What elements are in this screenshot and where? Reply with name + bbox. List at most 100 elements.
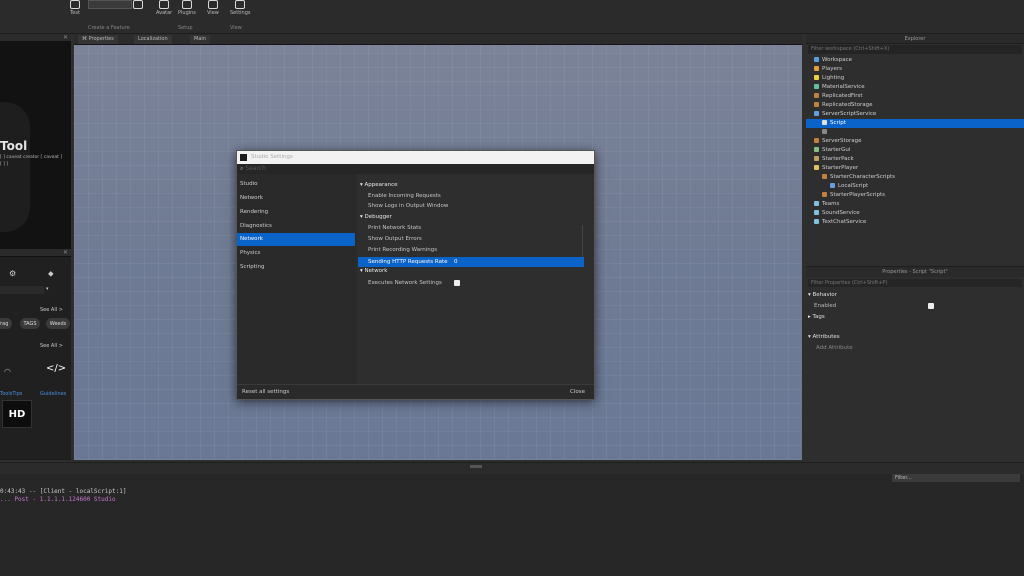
ribbon-button-test[interactable]: Test — [70, 0, 80, 16]
explorer-row[interactable]: StarterPlayer — [806, 164, 1024, 173]
dialog-titlebar: Studio Settings — [237, 151, 594, 164]
explorer-row[interactable]: MaterialService — [806, 83, 1024, 92]
explorer-row[interactable]: ReplicatedFirst — [806, 92, 1024, 101]
section-network[interactable]: ▾ Network — [360, 268, 387, 274]
ribbon-button-model[interactable] — [133, 0, 143, 10]
explorer-row-label: MaterialService — [822, 84, 865, 90]
instance-icon — [822, 129, 827, 134]
see-all-link[interactable]: See All > — [40, 307, 63, 313]
setting-row[interactable]: Show Output Errors — [368, 236, 594, 242]
setting-value[interactable]: 0 — [454, 257, 458, 267]
setting-row[interactable]: Executes Network Settings — [368, 280, 594, 286]
left-panel: ✕ Tool [ ] caveat creator [ caveat ] [ ]… — [0, 34, 71, 460]
explorer-row[interactable]: Workspace — [806, 56, 1024, 65]
explorer-row[interactable]: StarterCharacterScripts — [806, 173, 1024, 182]
explorer-row-label: SoundService — [822, 210, 860, 216]
nav-item-scripting[interactable]: Scripting — [237, 261, 355, 274]
ribbon-button-plugins[interactable]: Plugins — [178, 0, 196, 16]
explorer-row[interactable]: TextChatService — [806, 218, 1024, 227]
guidelines-link[interactable]: Guidelines — [40, 391, 66, 397]
tab-main[interactable]: Main — [190, 35, 210, 44]
nav-item-physics[interactable]: Physics — [237, 247, 355, 260]
output-filter-input[interactable]: Filter... — [892, 474, 1020, 482]
ribbon-group-label: Setup — [178, 25, 193, 31]
setting-row[interactable]: Show Logs in Output Window — [368, 203, 594, 209]
tab-properties[interactable]: ⌘ Properties — [78, 35, 118, 44]
gear-icon[interactable]: ⚙ — [9, 269, 16, 278]
nav-item-diagnostics[interactable]: Diagnostics — [237, 220, 355, 233]
category-pill[interactable]: Frag — [0, 318, 12, 329]
nav-item-selected[interactable]: Network — [237, 233, 355, 246]
setting-row[interactable]: Enable Incoming Requests — [368, 193, 594, 199]
person-silhouette — [0, 102, 30, 232]
gear-icon — [235, 0, 246, 9]
setting-row-selected[interactable]: Sending HTTP Requests Rate 0 — [358, 257, 584, 267]
reset-settings-button[interactable]: Reset all settings — [239, 388, 292, 396]
instance-icon — [814, 84, 819, 89]
explorer-row[interactable]: StarterGui — [806, 146, 1024, 155]
see-all-link[interactable]: See All > — [40, 343, 63, 349]
section-debugger[interactable]: ▾ Debugger — [360, 214, 392, 220]
output-line: 0:43:43 -- [Client - localScript:1] — [0, 488, 127, 495]
setting-row[interactable]: Print Network Stats — [368, 225, 594, 231]
nav-item-studio[interactable]: Studio — [237, 178, 355, 191]
dialog-footer: Reset all settings Close — [237, 384, 594, 399]
explorer-row[interactable]: ServerScriptService — [806, 110, 1024, 119]
explorer-row[interactable] — [806, 128, 1024, 137]
add-attribute-button[interactable]: Add Attribute — [816, 345, 853, 351]
pin-icon[interactable]: ⬥ — [48, 269, 54, 279]
section-attributes[interactable]: ▾ Attributes — [808, 334, 840, 340]
close-icon[interactable]: ✕ — [63, 34, 68, 41]
ribbon-button-settings[interactable]: Settings — [230, 0, 251, 16]
ribbon-button-view[interactable]: View — [207, 0, 219, 16]
nav-item-rendering[interactable]: Rendering — [237, 206, 355, 219]
section-appearance[interactable]: ▾ Appearance — [360, 182, 398, 188]
explorer-row[interactable]: SoundService — [806, 209, 1024, 218]
explorer-row[interactable]: Teams — [806, 200, 1024, 209]
explorer-row[interactable]: StarterPlayerScripts — [806, 191, 1024, 200]
nav-item-network[interactable]: Network — [237, 192, 355, 205]
section-tags[interactable]: ▸ Tags — [808, 314, 825, 320]
category-pill[interactable]: TAGS — [20, 318, 40, 329]
panel-header: ✕ — [0, 34, 71, 42]
close-icon[interactable]: ✕ — [63, 249, 68, 256]
explorer-row[interactable]: ReplicatedStorage — [806, 101, 1024, 110]
instance-icon — [830, 183, 835, 188]
column-divider — [582, 225, 583, 261]
explorer-title: Explorer — [806, 34, 1024, 44]
explorer-row-label: StarterCharacterScripts — [830, 174, 896, 180]
setting-checkbox[interactable] — [454, 280, 460, 286]
avatar-icon — [159, 0, 170, 9]
enabled-checkbox[interactable] — [928, 303, 934, 309]
explorer-filter-input[interactable]: Filter workspace (Ctrl+Shift+X) — [808, 45, 1022, 54]
explorer-row[interactable]: LocalScript — [806, 182, 1024, 191]
code-icon: </> — [46, 363, 67, 374]
ribbon-button-avatar[interactable]: Avatar — [156, 0, 172, 16]
tab-localization[interactable]: Localization — [134, 35, 172, 44]
settings-search-input[interactable]: ⌕ Search — [237, 164, 594, 174]
filter-icon[interactable]: ▾ — [46, 286, 49, 292]
close-button[interactable]: Close — [567, 388, 588, 396]
output-header — [0, 462, 1024, 474]
setting-row[interactable]: Print Recording Warnings — [368, 247, 594, 253]
section-behavior[interactable]: ▾ Behavior — [808, 292, 837, 298]
explorer-row[interactable]: ServerStorage — [806, 137, 1024, 146]
instance-icon — [814, 201, 819, 206]
ribbon-select[interactable] — [88, 0, 132, 9]
ribbon-dropdown[interactable] — [88, 0, 132, 9]
curve-icon: ◠ — [4, 367, 11, 376]
explorer-row-label: Players — [822, 66, 842, 72]
properties-filter-input[interactable]: Filter Properties (Ctrl+Shift+P) — [808, 279, 1022, 287]
output-panel: 0:43:43 -- [Client - localScript:1] ... … — [0, 474, 1024, 576]
explorer-row[interactable]: Lighting — [806, 74, 1024, 83]
tooltips-link[interactable]: ToolsTips — [0, 391, 22, 397]
properties-title: Properties - Script "Script" — [806, 267, 1024, 277]
explorer-row[interactable]: StarterPack — [806, 155, 1024, 164]
category-pill[interactable]: Weeds — [46, 318, 70, 329]
drag-handle[interactable] — [470, 465, 482, 468]
explorer-panel: Explorer Filter workspace (Ctrl+Shift+X)… — [806, 34, 1024, 264]
explorer-row[interactable]: Players — [806, 65, 1024, 74]
instance-icon — [814, 138, 819, 143]
search-input[interactable] — [0, 286, 44, 294]
explorer-row[interactable]: Script — [806, 119, 1024, 128]
